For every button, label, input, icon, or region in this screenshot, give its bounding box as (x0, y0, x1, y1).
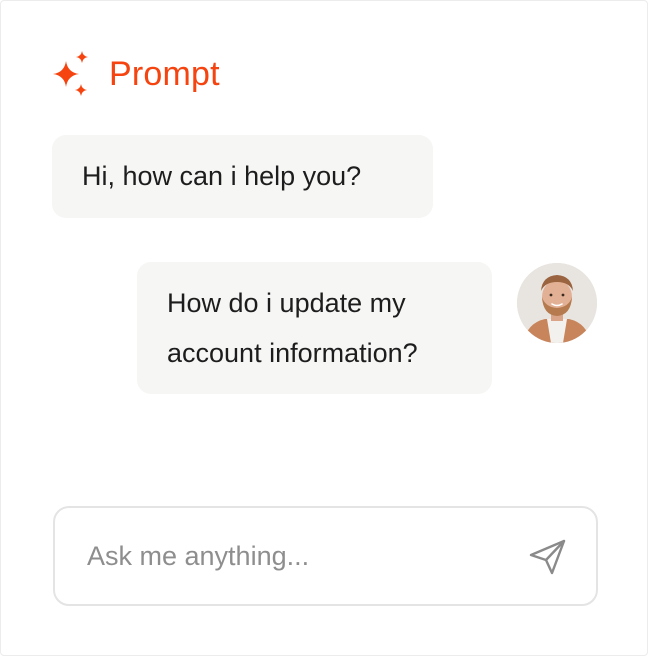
user-message-line-2: account information? (167, 338, 418, 368)
user-message: How do i update my account information? (137, 262, 492, 394)
message-composer (53, 506, 598, 606)
send-button[interactable] (525, 536, 569, 580)
chat-card: Prompt Hi, how can i help you? How do i … (0, 0, 648, 656)
send-icon (527, 537, 567, 580)
assistant-message-text: Hi, how can i help you? (82, 161, 362, 191)
chat-header: Prompt (51, 51, 220, 97)
user-avatar (517, 263, 597, 343)
user-message-line-1: How do i update my (167, 288, 406, 318)
brand-title: Prompt (109, 55, 220, 93)
assistant-message: Hi, how can i help you? (52, 135, 433, 218)
sparkle-icon (51, 51, 91, 97)
message-input[interactable] (87, 534, 507, 578)
